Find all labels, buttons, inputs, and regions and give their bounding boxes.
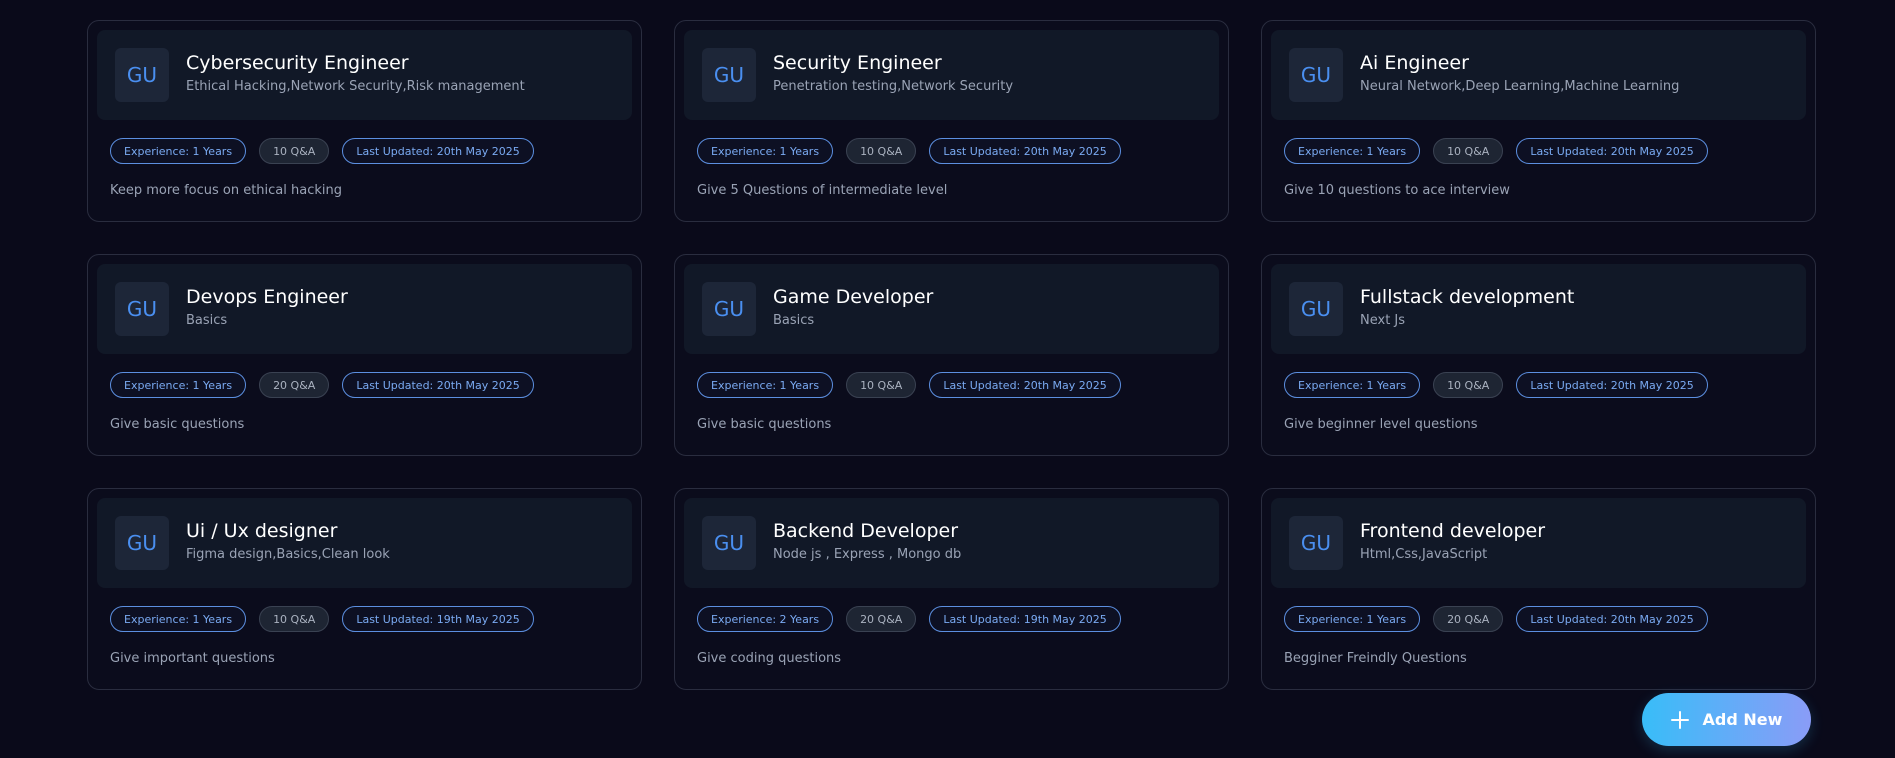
card-tags: Experience: 1 Years 10 Q&A Last Updated:… [1284,372,1708,398]
card-title: Fullstack development [1360,286,1575,308]
experience-badge: Experience: 1 Years [110,372,247,398]
last-updated-badge: Last Updated: 20th May 2025 [342,138,534,164]
experience-badge: Experience: 1 Years [697,138,834,164]
card-header: GU Backend Developer Node js , Express ,… [684,498,1219,588]
card-tags: Experience: 2 Years 20 Q&A Last Updated:… [697,606,1121,632]
avatar: GU [115,516,169,570]
last-updated-badge: Last Updated: 20th May 2025 [342,372,534,398]
card-header: GU Game Developer Basics [684,264,1219,354]
card-topics: Figma design,Basics,Clean look [186,547,390,562]
card-topics: Basics [773,313,815,328]
avatar: GU [1289,48,1343,102]
avatar: GU [702,282,756,336]
add-new-button[interactable]: Add New [1642,693,1811,746]
session-card[interactable]: GU Frontend developer Html,Css,JavaScrip… [1261,488,1816,690]
card-header: GU Ai Engineer Neural Network,Deep Learn… [1271,30,1806,120]
session-card[interactable]: GU Security Engineer Penetration testing… [674,20,1229,222]
last-updated-badge: Last Updated: 20th May 2025 [929,138,1121,164]
card-description: Give important questions [110,651,275,666]
card-tags: Experience: 1 Years 10 Q&A Last Updated:… [110,606,534,632]
card-description: Give 10 questions to ace interview [1284,183,1510,198]
card-tags: Experience: 1 Years 10 Q&A Last Updated:… [110,138,534,164]
card-topics: Basics [186,313,228,328]
card-title: Devops Engineer [186,286,348,308]
card-header: GU Cybersecurity Engineer Ethical Hackin… [97,30,632,120]
card-topics: Node js , Express , Mongo db [773,547,962,562]
card-header: GU Frontend developer Html,Css,JavaScrip… [1271,498,1806,588]
card-tags: Experience: 1 Years 10 Q&A Last Updated:… [697,372,1121,398]
plus-icon [1670,710,1689,729]
experience-badge: Experience: 1 Years [1284,606,1421,632]
session-card[interactable]: GU Backend Developer Node js , Express ,… [674,488,1229,690]
session-card[interactable]: GU Ai Engineer Neural Network,Deep Learn… [1261,20,1816,222]
experience-badge: Experience: 1 Years [1284,138,1421,164]
avatar: GU [1289,282,1343,336]
card-title: Cybersecurity Engineer [186,52,409,74]
avatar: GU [115,48,169,102]
qa-count-badge: 20 Q&A [846,606,917,632]
card-title: Game Developer [773,286,934,308]
card-description: Give 5 Questions of intermediate level [697,183,948,198]
avatar: GU [702,48,756,102]
qa-count-badge: 10 Q&A [846,372,917,398]
session-card[interactable]: GU Game Developer Basics Experience: 1 Y… [674,254,1229,456]
card-topics: Html,Css,JavaScript [1360,547,1488,562]
session-card[interactable]: GU Cybersecurity Engineer Ethical Hackin… [87,20,642,222]
card-topics: Next Js [1360,313,1406,328]
last-updated-badge: Last Updated: 19th May 2025 [342,606,534,632]
card-description: Begginer Freindly Questions [1284,651,1467,666]
last-updated-badge: Last Updated: 20th May 2025 [1516,606,1708,632]
card-title: Ai Engineer [1360,52,1469,74]
card-description: Give basic questions [110,417,245,432]
card-topics: Ethical Hacking,Network Security,Risk ma… [186,79,525,94]
experience-badge: Experience: 2 Years [697,606,834,632]
card-tags: Experience: 1 Years 10 Q&A Last Updated:… [697,138,1121,164]
qa-count-badge: 10 Q&A [846,138,917,164]
avatar: GU [702,516,756,570]
last-updated-badge: Last Updated: 20th May 2025 [1516,138,1708,164]
card-header: GU Devops Engineer Basics [97,264,632,354]
qa-count-badge: 10 Q&A [1433,372,1504,398]
last-updated-badge: Last Updated: 19th May 2025 [929,606,1121,632]
session-cards-grid: GU Cybersecurity Engineer Ethical Hackin… [87,20,1816,690]
qa-count-badge: 20 Q&A [259,372,330,398]
card-description: Keep more focus on ethical hacking [110,183,343,198]
add-new-label: Add New [1702,710,1783,729]
card-header: GU Ui / Ux designer Figma design,Basics,… [97,498,632,588]
card-title: Ui / Ux designer [186,520,338,542]
avatar: GU [115,282,169,336]
qa-count-badge: 10 Q&A [259,138,330,164]
card-topics: Penetration testing,Network Security [773,79,1014,94]
session-card[interactable]: GU Devops Engineer Basics Experience: 1 … [87,254,642,456]
card-header: GU Security Engineer Penetration testing… [684,30,1219,120]
card-tags: Experience: 1 Years 20 Q&A Last Updated:… [1284,606,1708,632]
card-description: Give beginner level questions [1284,417,1478,432]
card-title: Frontend developer [1360,520,1546,542]
card-topics: Neural Network,Deep Learning,Machine Lea… [1360,79,1680,94]
qa-count-badge: 20 Q&A [1433,606,1504,632]
card-tags: Experience: 1 Years 10 Q&A Last Updated:… [1284,138,1708,164]
qa-count-badge: 10 Q&A [1433,138,1504,164]
experience-badge: Experience: 1 Years [697,372,834,398]
card-description: Give coding questions [697,651,842,666]
avatar: GU [1289,516,1343,570]
last-updated-badge: Last Updated: 20th May 2025 [929,372,1121,398]
card-header: GU Fullstack development Next Js [1271,264,1806,354]
session-card[interactable]: GU Ui / Ux designer Figma design,Basics,… [87,488,642,690]
card-title: Backend Developer [773,520,958,542]
last-updated-badge: Last Updated: 20th May 2025 [1516,372,1708,398]
experience-badge: Experience: 1 Years [110,606,247,632]
card-tags: Experience: 1 Years 20 Q&A Last Updated:… [110,372,534,398]
card-description: Give basic questions [697,417,832,432]
experience-badge: Experience: 1 Years [110,138,247,164]
experience-badge: Experience: 1 Years [1284,372,1421,398]
session-card[interactable]: GU Fullstack development Next Js Experie… [1261,254,1816,456]
card-title: Security Engineer [773,52,942,74]
qa-count-badge: 10 Q&A [259,606,330,632]
